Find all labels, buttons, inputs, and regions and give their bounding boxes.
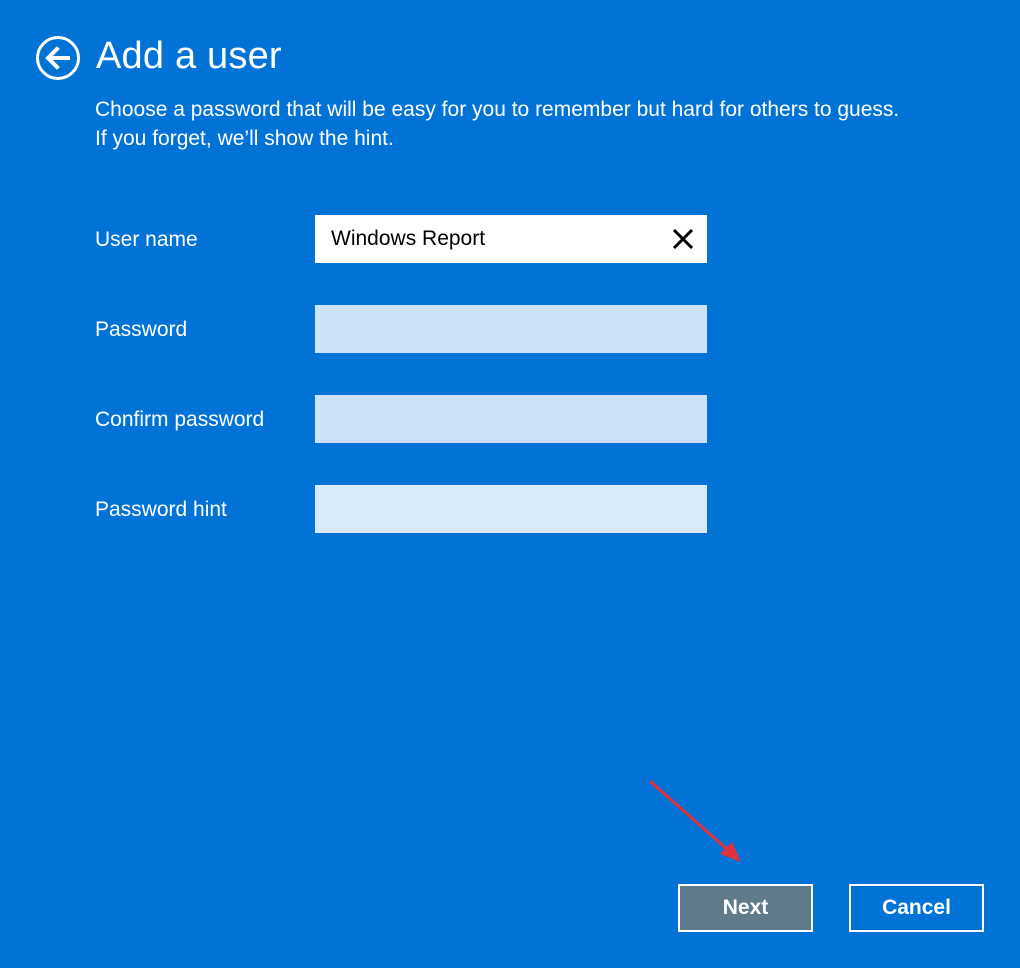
cancel-button[interactable]: Cancel	[849, 884, 984, 932]
page-title: Add a user	[96, 35, 282, 77]
back-button[interactable]	[35, 35, 81, 81]
back-arrow-circle-icon	[36, 36, 80, 80]
clear-username-button[interactable]	[667, 223, 699, 255]
password-label: Password	[95, 318, 188, 341]
username-label: User name	[95, 228, 198, 251]
instruction-line-1: Choose a password that will be easy for …	[95, 98, 900, 121]
confirm-password-input[interactable]	[315, 395, 707, 443]
password-hint-input[interactable]	[315, 485, 707, 533]
next-button[interactable]: Next	[678, 884, 813, 932]
close-icon	[672, 228, 694, 250]
instruction-text: Choose a password that will be easy for …	[95, 95, 975, 153]
password-hint-label: Password hint	[95, 498, 227, 521]
username-input[interactable]	[315, 215, 707, 263]
annotation-arrow	[649, 780, 741, 862]
instruction-line-2: If you forget, we’ll show the hint.	[95, 127, 394, 150]
confirm-password-label: Confirm password	[95, 408, 265, 431]
password-input[interactable]	[315, 305, 707, 353]
